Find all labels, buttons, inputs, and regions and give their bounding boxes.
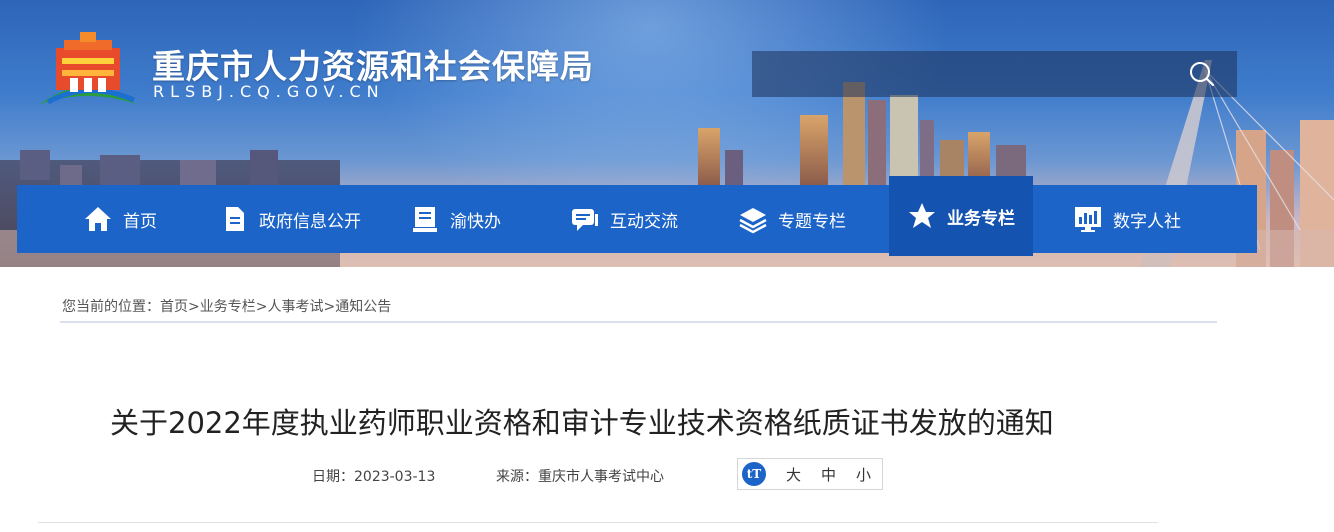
chart-icon — [1073, 204, 1103, 234]
article-divider — [38, 522, 1158, 523]
font-size-icon: tT — [742, 462, 766, 486]
nav-item-business[interactable]: 业务专栏 — [889, 176, 1033, 256]
chat-icon — [570, 204, 600, 234]
article-source: 来源：重庆市人事考试中心 — [496, 469, 664, 485]
article-date: 日期：2023-03-13 — [312, 469, 436, 485]
nav-item-label: 政府信息公开 — [259, 211, 361, 232]
breadcrumb-link-home[interactable]: 首页 — [160, 299, 188, 315]
nav-item-interaction[interactable]: 互动交流 — [570, 185, 678, 253]
article-title: 关于2022年度执业药师职业资格和审计专业技术资格纸质证书发放的通知 — [110, 406, 1054, 440]
breadcrumb-separator: > — [255, 299, 268, 315]
main-nav: 首页 政府信息公开 渝快办 互动交流 专题专栏 业务专栏 数字人社 — [17, 176, 1257, 256]
document-icon — [219, 204, 249, 234]
breadcrumb-link-notices[interactable]: 通知公告 — [335, 299, 391, 315]
nav-item-gov-info[interactable]: 政府信息公开 — [219, 185, 361, 253]
font-size-small-button[interactable]: 小 — [856, 464, 871, 485]
breadcrumb-link-exam[interactable]: 人事考试 — [267, 299, 323, 315]
nav-item-digital[interactable]: 数字人社 — [1073, 185, 1181, 253]
bureau-logo-icon — [40, 32, 136, 105]
site-domain: RLSBJ.CQ.GOV.CN — [153, 82, 385, 101]
search-icon[interactable] — [1186, 58, 1218, 90]
search-input[interactable] — [752, 51, 1237, 97]
nav-item-home[interactable]: 首页 — [83, 185, 157, 253]
site-title[interactable]: 重庆市人力资源和社会保障局 — [152, 40, 594, 88]
layers-icon — [738, 204, 768, 234]
breadcrumb-separator: > — [323, 299, 336, 315]
font-size-large-button[interactable]: 大 — [786, 464, 801, 485]
breadcrumb-divider — [60, 321, 1217, 323]
font-size-medium-button[interactable]: 中 — [821, 464, 836, 485]
nav-item-label: 首页 — [123, 211, 157, 232]
breadcrumb-link-business[interactable]: 业务专栏 — [200, 299, 256, 315]
home-icon — [83, 204, 113, 234]
nav-item-label: 互动交流 — [610, 211, 678, 232]
nav-item-yukuaiban[interactable]: 渝快办 — [410, 185, 501, 253]
form-icon — [410, 204, 440, 234]
breadcrumb: 您当前的位置：首页>业务专栏>人事考试>通知公告 — [62, 296, 391, 316]
nav-item-label: 专题专栏 — [778, 211, 846, 232]
nav-item-label: 渝快办 — [450, 211, 501, 232]
nav-item-topics[interactable]: 专题专栏 — [738, 185, 846, 253]
nav-item-label: 业务专栏 — [947, 208, 1015, 229]
font-size-switcher: tT 大 中 小 — [737, 458, 883, 490]
star-icon — [907, 201, 937, 231]
nav-item-label: 数字人社 — [1113, 211, 1181, 232]
breadcrumb-separator: > — [188, 299, 200, 315]
breadcrumb-prefix: 您当前的位置： — [62, 299, 160, 315]
